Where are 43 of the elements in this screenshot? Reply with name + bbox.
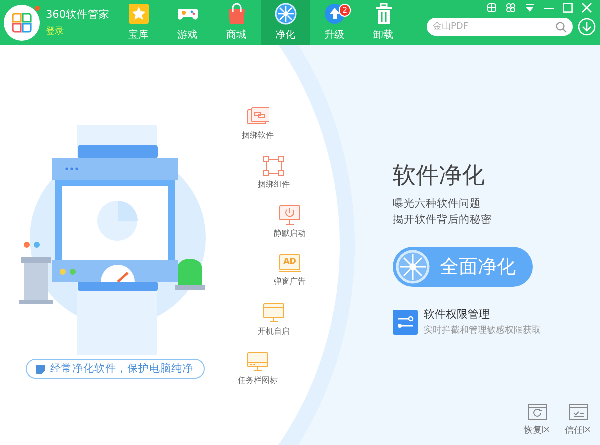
category-label: 静默启动 (274, 228, 306, 239)
nav-tab[interactable]: 卸载 (359, 0, 408, 45)
notification-badge: 2 (339, 4, 351, 17)
nodes-icon (263, 156, 285, 177)
power-monitor-icon (279, 205, 301, 226)
nav-tab[interactable]: 宝库 (114, 0, 163, 45)
panel-subtitle: 揭开软件背后的秘密 (393, 213, 493, 227)
restore-icon (528, 404, 548, 421)
tool-button[interactable]: 恢复区 (524, 404, 551, 437)
skin-icon[interactable] (506, 3, 516, 13)
nav-tab[interactable]: 游戏 (163, 0, 212, 45)
app-logo-icon (4, 4, 40, 40)
panel-subtitle: 曝光六种软件问题 (393, 197, 482, 211)
app-title: 360软件管家 (46, 8, 110, 22)
fan-icon (274, 3, 296, 25)
category-label: 捆绑组件 (258, 179, 290, 190)
category-label: 任务栏图标 (238, 375, 278, 386)
grid-icon[interactable] (487, 3, 497, 13)
category-label: 捆绑软件 (242, 130, 274, 141)
search-icon[interactable] (556, 22, 567, 33)
clean-all-button[interactable]: 全面净化 (393, 247, 533, 287)
nav-tab[interactable]: 净化 (261, 0, 310, 45)
nav-tab[interactable]: 商城 (212, 0, 261, 45)
feature-title[interactable]: 软件权限管理 (424, 307, 541, 322)
feature-description: 实时拦截和管理敏感权限获取 (424, 324, 541, 337)
close-icon[interactable] (582, 3, 592, 13)
tag-icon (34, 364, 46, 374)
dropdown-icon[interactable] (525, 3, 535, 13)
fan-icon (396, 250, 430, 284)
tool-button[interactable]: 信任区 (565, 404, 592, 437)
category-label: 开机自启 (258, 326, 290, 337)
category-label: 弹窗广告 (274, 276, 306, 287)
panel-title: 软件净化 (393, 162, 486, 191)
login-link[interactable]: 登录 (46, 24, 110, 38)
tip-caption: 经常净化软件，保护电脑纯净 (26, 359, 204, 379)
checklist-window-icon (568, 404, 588, 421)
download-icon[interactable] (578, 18, 596, 36)
maximize-icon[interactable] (563, 3, 573, 13)
toggle-settings-icon (393, 310, 418, 334)
nav-tab[interactable]: 升级 2 (310, 0, 359, 45)
search-field[interactable]: 金山PDF (427, 18, 573, 36)
monitor-icon (263, 303, 285, 324)
taskbar-monitor-icon (247, 352, 269, 373)
